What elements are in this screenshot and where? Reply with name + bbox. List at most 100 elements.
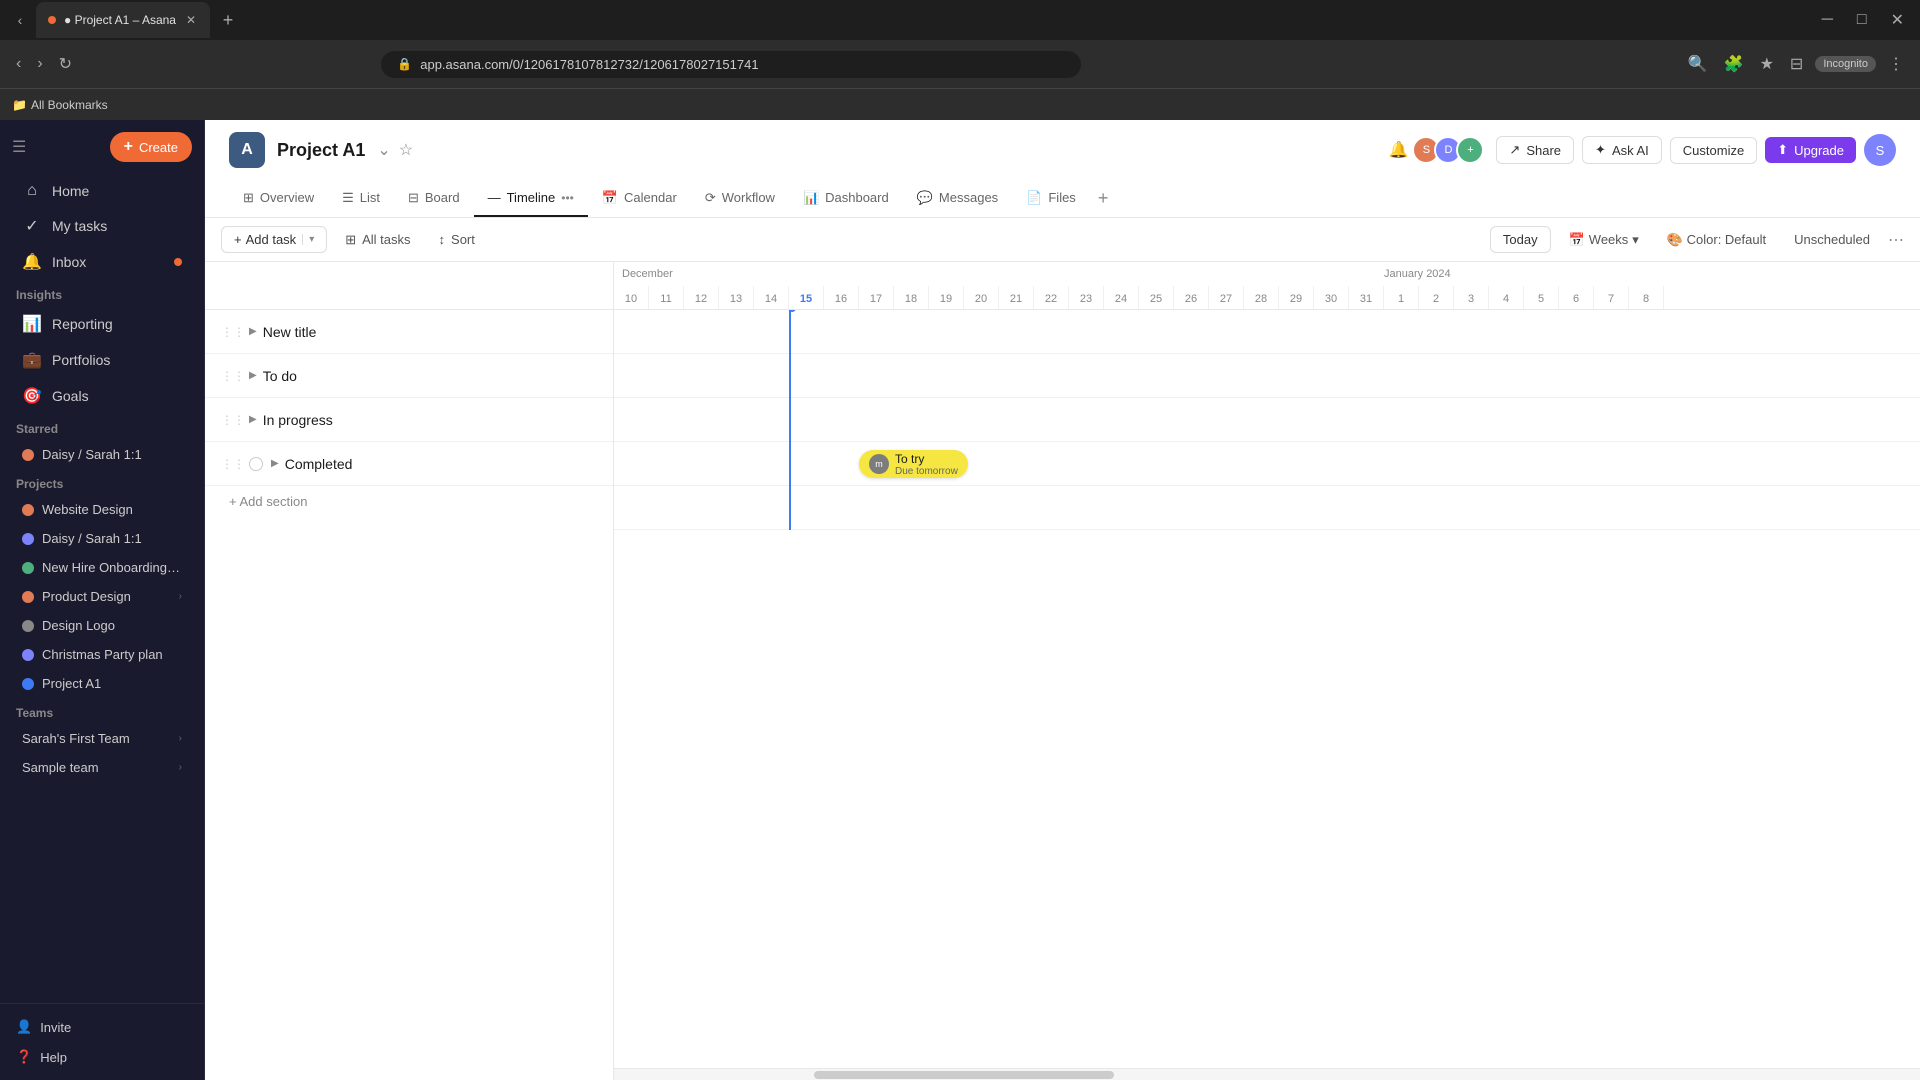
address-bar[interactable]: 🔒 app.asana.com/0/1206178107812732/12061… [381,51,1081,78]
date-col-jan-2: 2 [1419,286,1454,309]
sidebar-toggle-icon[interactable]: ☰ [12,137,26,157]
tab-favicon-dot [48,16,56,24]
filter-icon: ⊞ [345,232,356,248]
sidebar-item-design-logo[interactable]: Design Logo [6,612,198,639]
sidebar-item-my-tasks[interactable]: ✓ My tasks [6,209,198,243]
extensions-icon[interactable]: 🧩 [1720,50,1748,78]
date-col-12: 12 [684,286,719,309]
completed-expand-icon[interactable]: ▶ [271,458,279,469]
active-tab[interactable]: ● Project A1 – Asana ✕ [36,2,210,38]
nav-refresh-btn[interactable]: ↻ [55,50,76,78]
tab-dashboard[interactable]: 📊 Dashboard [789,180,903,217]
sidebar-item-daisy-sarah-starred[interactable]: Daisy / Sarah 1:1 [6,441,198,468]
sidebar-item-sarahs-first-team[interactable]: Sarah's First Team › [6,725,198,752]
add-task-dropdown-icon[interactable]: ▾ [302,234,314,245]
sidebar: ☰ + Create ⌂ Home ✓ My tasks 🔔 Inbox Ins… [0,120,205,1080]
project-star-icon[interactable]: ☆ [399,140,413,160]
upgrade-button[interactable]: ⬆ Upgrade [1765,137,1856,163]
tab-calendar[interactable]: 📅 Calendar [588,180,691,217]
today-button[interactable]: Today [1490,226,1551,253]
home-icon: ⌂ [22,182,42,200]
tab-workflow[interactable]: ⟳ Workflow [691,180,789,217]
sidebar-item-home[interactable]: ⌂ Home [6,175,198,207]
nav-forward-btn[interactable]: › [33,51,46,77]
tab-board[interactable]: ⊟ Board [394,180,474,217]
sidebar-item-new-hire[interactable]: New Hire Onboarding Ch... [6,554,198,581]
bookmarks-bar: 📁 All Bookmarks [0,88,1920,120]
date-col-17: 17 [859,286,894,309]
date-col-23: 23 [1069,286,1104,309]
more-browser-icon[interactable]: ⋮ [1884,50,1908,78]
section-row-in-progress[interactable]: ⋮⋮ ▶ In progress [205,398,613,442]
minimize-btn[interactable]: ─ [1814,7,1841,33]
tab-messages[interactable]: 💬 Messages [903,180,1012,217]
sort-button[interactable]: ↕ Sort [429,227,485,252]
sidebar-item-christmas-party[interactable]: Christmas Party plan [6,641,198,668]
all-bookmarks-link[interactable]: 📁 All Bookmarks [12,98,108,112]
incognito-badge[interactable]: Incognito [1815,56,1876,72]
search-icon[interactable]: 🔍 [1684,50,1712,78]
customize-button[interactable]: Customize [1670,137,1757,164]
in-progress-expand-icon[interactable]: ▶ [249,414,257,425]
sidebar-item-website-design[interactable]: Website Design [6,496,198,523]
invite-item[interactable]: 👤 Invite [0,1012,204,1042]
january-label: January 2024 [1384,268,1451,280]
unscheduled-button[interactable]: Unscheduled [1784,227,1880,252]
user-avatar[interactable]: S [1864,134,1896,166]
sidebar-item-goals[interactable]: 🎯 Goals [6,379,198,413]
timeline-scrollbar[interactable] [614,1068,1920,1080]
tab-overview[interactable]: ⊞ Overview [229,180,328,217]
section-row-new-title[interactable]: ⋮⋮ ▶ New title [205,310,613,354]
create-button[interactable]: + Create [110,132,192,162]
add-task-button[interactable]: + Add task ▾ [221,226,327,253]
ask-ai-button[interactable]: ✦ Ask AI [1582,136,1662,164]
project-dot-christmas [22,649,34,661]
sidebar-item-project-a1[interactable]: Project A1 [6,670,198,697]
project-title: Project A1 [277,140,365,161]
maximize-btn[interactable]: □ [1849,7,1875,33]
weeks-button[interactable]: 📅 Weeks ▾ [1559,227,1649,253]
nav-back-btn[interactable]: ‹ [12,51,25,77]
files-icon: 📄 [1026,190,1042,206]
tab-timeline[interactable]: — Timeline ••• [474,180,588,217]
date-col-21: 21 [999,286,1034,309]
project-dot-product-design [22,591,34,603]
new-title-expand-icon[interactable]: ▶ [249,326,257,337]
sidebar-item-reporting[interactable]: 📊 Reporting [6,307,198,341]
tab-files[interactable]: 📄 Files [1012,180,1090,217]
timeline-toolbar: + Add task ▾ ⊞ All tasks ↕ Sort Today 📅 … [205,218,1920,262]
toolbar-more-button[interactable]: ⋯ [1888,230,1904,250]
close-btn[interactable]: ✕ [1883,6,1912,34]
sidebar-icon[interactable]: ⊟ [1786,50,1807,78]
sidebar-item-portfolios[interactable]: 💼 Portfolios [6,343,198,377]
sidebar-item-inbox[interactable]: 🔔 Inbox [6,245,198,279]
section-row-to-do[interactable]: ⋮⋮ ▶ To do [205,354,613,398]
new-tab-btn[interactable]: + [214,6,242,34]
color-button[interactable]: 🎨 Color: Default [1657,227,1776,253]
ai-sparkle-icon: ✦ [1595,142,1606,158]
section-row-completed[interactable]: ⋮⋮ ▶ Completed [205,442,613,486]
share-button[interactable]: ↗ Share [1496,136,1574,164]
help-item[interactable]: ❓ Help [0,1042,204,1072]
today-vertical-line [789,310,791,530]
all-tasks-button[interactable]: ⊞ All tasks [335,227,420,253]
sidebar-item-sample-team[interactable]: Sample team › [6,754,198,781]
add-tab-button[interactable]: + [1090,180,1117,217]
insights-section-header: Insights [0,280,204,306]
add-section-row[interactable]: + Add section [205,486,613,517]
scrollbar-thumb[interactable] [814,1071,1114,1079]
to-do-expand-icon[interactable]: ▶ [249,370,257,381]
section-grip-icon-2: ⋮⋮ [221,369,245,383]
project-dropdown-icon[interactable]: ⌄ [377,140,390,160]
task-pill-to-try[interactable]: m To try Due tomorrow [859,450,968,478]
tab-list[interactable]: ☰ List [328,180,394,217]
timeline-row-to-do [614,354,1920,398]
sidebar-item-daisy-sarah-project[interactable]: Daisy / Sarah 1:1 [6,525,198,552]
sidebar-item-product-design[interactable]: Product Design › [6,583,198,610]
bookmark-icon[interactable]: ★ [1756,50,1778,78]
tab-back-btn[interactable]: ‹ [8,8,32,32]
notification-bell-header-icon[interactable]: 🔔 [1389,140,1409,160]
invite-icon: 👤 [16,1019,32,1035]
date-col-20: 20 [964,286,999,309]
tab-close-btn[interactable]: ✕ [184,11,198,29]
